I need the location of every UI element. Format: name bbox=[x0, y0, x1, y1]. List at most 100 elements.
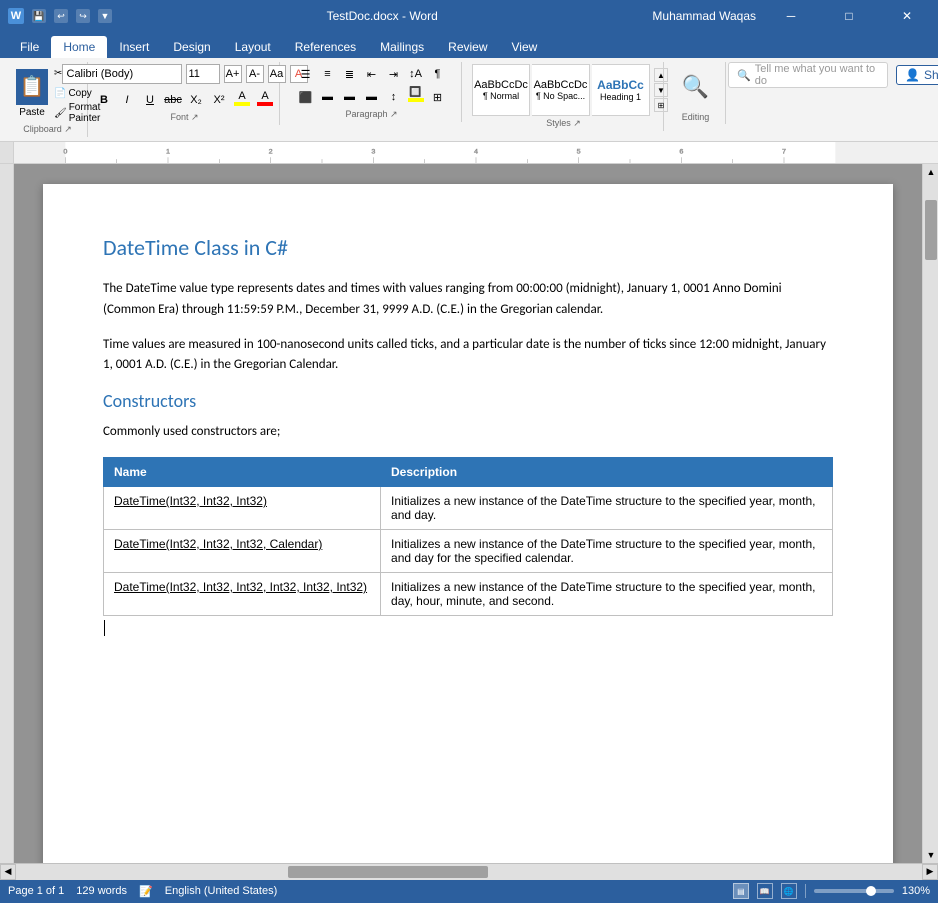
ruler-main: 0 1 2 3 4 5 6 7 bbox=[14, 142, 938, 163]
title-bar: W 💾 ↩ ↪ ▼ TestDoc.docx - Word Muhammad W… bbox=[0, 0, 938, 32]
share-button[interactable]: 👤 Share bbox=[896, 65, 938, 85]
h-scroll-thumb[interactable] bbox=[288, 866, 488, 878]
subscript-button[interactable]: X₂ bbox=[186, 90, 206, 110]
minimize-button[interactable]: ─ bbox=[768, 0, 814, 32]
font-color-button[interactable]: A bbox=[255, 90, 275, 110]
para-row2: ⬛ ▬ ▬ ▬ ↕ 🔲 ⊞ bbox=[296, 87, 448, 107]
cursor-area bbox=[103, 616, 833, 646]
scroll-down-arrow[interactable]: ▼ bbox=[923, 847, 938, 863]
svg-text:2: 2 bbox=[269, 149, 273, 156]
web-layout-btn[interactable]: 🌐 bbox=[781, 883, 797, 899]
tell-me-area: 🔍 Tell me what you want to do 👤 Share bbox=[728, 62, 938, 88]
tell-me-placeholder: Tell me what you want to do bbox=[755, 63, 879, 87]
scroll-track[interactable] bbox=[923, 180, 938, 847]
underline-button[interactable]: U bbox=[140, 90, 160, 110]
page-info: Page 1 of 1 bbox=[8, 885, 64, 897]
style-normal[interactable]: AaBbCcDc ¶ Normal bbox=[472, 64, 530, 116]
font-label: Font ↗ bbox=[98, 112, 271, 123]
zoom-level: 130% bbox=[902, 885, 930, 897]
align-left-button[interactable]: ⬛ bbox=[296, 87, 316, 107]
increase-indent-button[interactable]: ⇥ bbox=[384, 64, 404, 84]
strikethrough-button[interactable]: abc bbox=[163, 90, 183, 110]
print-layout-view-btn[interactable]: ▤ bbox=[733, 883, 749, 899]
justify-button[interactable]: ▬ bbox=[362, 87, 382, 107]
paragraph-label: Paragraph ↗ bbox=[290, 109, 453, 120]
tab-review[interactable]: Review bbox=[436, 36, 499, 58]
document-main[interactable]: DateTime Class in C# The DateTime value … bbox=[14, 164, 922, 863]
editing-label: Editing bbox=[674, 112, 717, 122]
document-page: DateTime Class in C# The DateTime value … bbox=[43, 184, 893, 863]
tab-mailings[interactable]: Mailings bbox=[368, 36, 436, 58]
save-button[interactable]: 💾 bbox=[32, 9, 46, 23]
tab-file[interactable]: File bbox=[8, 36, 51, 58]
redo-button[interactable]: ↪ bbox=[76, 9, 90, 23]
scroll-up-arrow[interactable]: ▲ bbox=[923, 164, 938, 180]
font-shrink-button[interactable]: A- bbox=[246, 65, 264, 83]
style-heading1[interactable]: AaBbCc Heading 1 bbox=[592, 64, 650, 116]
tab-view[interactable]: View bbox=[500, 36, 550, 58]
read-mode-btn[interactable]: 📖 bbox=[757, 883, 773, 899]
tab-design[interactable]: Design bbox=[161, 36, 222, 58]
ruler: 0 1 2 3 4 5 6 7 bbox=[0, 142, 938, 164]
para-row1: ☰ ≡ ≣ ⇤ ⇥ ↕A ¶ bbox=[296, 64, 448, 84]
ribbon-body: 📋 Paste ✂ Cut 📄 Copy 🖌 Format Painter Cl… bbox=[0, 58, 938, 142]
title-bar-right: Muhammad Waqas ─ □ ✕ bbox=[652, 0, 930, 32]
paragraph1: The DateTime value type represents dates… bbox=[103, 279, 833, 321]
ribbon: File Home Insert Design Layout Reference… bbox=[0, 32, 938, 142]
zoom-slider[interactable] bbox=[814, 889, 894, 893]
font-grow-button[interactable]: A+ bbox=[224, 65, 242, 83]
h-scroll-right-arrow[interactable]: ▶ bbox=[922, 864, 938, 880]
italic-button[interactable]: I bbox=[117, 90, 137, 110]
tab-layout[interactable]: Layout bbox=[223, 36, 283, 58]
align-right-button[interactable]: ▬ bbox=[340, 87, 360, 107]
zoom-thumb[interactable] bbox=[866, 886, 876, 896]
word-icon: W bbox=[8, 8, 24, 24]
svg-text:1: 1 bbox=[166, 149, 170, 156]
h-scroll-track[interactable] bbox=[16, 864, 922, 880]
search-icon[interactable]: 🔍 bbox=[673, 64, 719, 110]
horizontal-scrollbar[interactable]: ◀ ▶ bbox=[0, 863, 938, 879]
table-header-row: Name Description bbox=[104, 457, 833, 486]
styles-group: AaBbCcDc ¶ Normal AaBbCcDc ¶ No Spac... … bbox=[464, 62, 664, 131]
vertical-scrollbar[interactable]: ▲ ▼ bbox=[922, 164, 938, 863]
language-icon: 📝 bbox=[139, 885, 153, 898]
line-spacing-button[interactable]: ↕ bbox=[384, 87, 404, 107]
svg-text:7: 7 bbox=[782, 149, 786, 156]
borders-button[interactable]: ⊞ bbox=[428, 87, 448, 107]
undo-button[interactable]: ↩ bbox=[54, 9, 68, 23]
table-cell-name-2: DateTime(Int32, Int32, Int32, Int32, Int… bbox=[104, 572, 381, 615]
tell-me-input[interactable]: 🔍 Tell me what you want to do bbox=[728, 62, 888, 88]
text-highlight-color[interactable]: A bbox=[232, 90, 252, 110]
scroll-thumb[interactable] bbox=[925, 200, 937, 260]
table-cell-desc-0: Initializes a new instance of the DateTi… bbox=[381, 486, 833, 529]
close-button[interactable]: ✕ bbox=[884, 0, 930, 32]
clipboard-label: Clipboard ↗ bbox=[16, 124, 79, 135]
paste-button[interactable]: 📋 Paste bbox=[16, 65, 48, 121]
table-cell-name-1: DateTime(Int32, Int32, Int32, Calendar) bbox=[104, 529, 381, 572]
status-left: Page 1 of 1 129 words 📝 English (United … bbox=[8, 885, 277, 898]
styles-content: AaBbCcDc ¶ Normal AaBbCcDc ¶ No Spac... … bbox=[472, 64, 655, 116]
font-size-input[interactable] bbox=[186, 64, 220, 84]
h-scroll-left-arrow[interactable]: ◀ bbox=[0, 864, 16, 880]
shading-button[interactable]: 🔲 bbox=[406, 87, 426, 107]
paragraph-group: ☰ ≡ ≣ ⇤ ⇥ ↕A ¶ ⬛ ▬ ▬ ▬ ↕ 🔲 bbox=[282, 62, 462, 122]
show-hide-button[interactable]: ¶ bbox=[428, 64, 448, 84]
tab-home[interactable]: Home bbox=[51, 36, 107, 58]
font-name-input[interactable] bbox=[62, 64, 182, 84]
maximize-button[interactable]: □ bbox=[826, 0, 872, 32]
bold-button[interactable]: B bbox=[94, 90, 114, 110]
separator bbox=[805, 884, 806, 898]
superscript-button[interactable]: X² bbox=[209, 90, 229, 110]
multilevel-list-button[interactable]: ≣ bbox=[340, 64, 360, 84]
numbered-list-button[interactable]: ≡ bbox=[318, 64, 338, 84]
style-no-spacing[interactable]: AaBbCcDc ¶ No Spac... bbox=[532, 64, 590, 116]
decrease-indent-button[interactable]: ⇤ bbox=[362, 64, 382, 84]
tab-references[interactable]: References bbox=[283, 36, 368, 58]
search-icon: 🔍 bbox=[737, 69, 751, 82]
tab-insert[interactable]: Insert bbox=[107, 36, 161, 58]
svg-text:5: 5 bbox=[577, 149, 581, 156]
sort-button[interactable]: ↕A bbox=[406, 64, 426, 84]
quick-access-more[interactable]: ▼ bbox=[98, 9, 112, 23]
align-center-button[interactable]: ▬ bbox=[318, 87, 338, 107]
bullets-button[interactable]: ☰ bbox=[296, 64, 316, 84]
